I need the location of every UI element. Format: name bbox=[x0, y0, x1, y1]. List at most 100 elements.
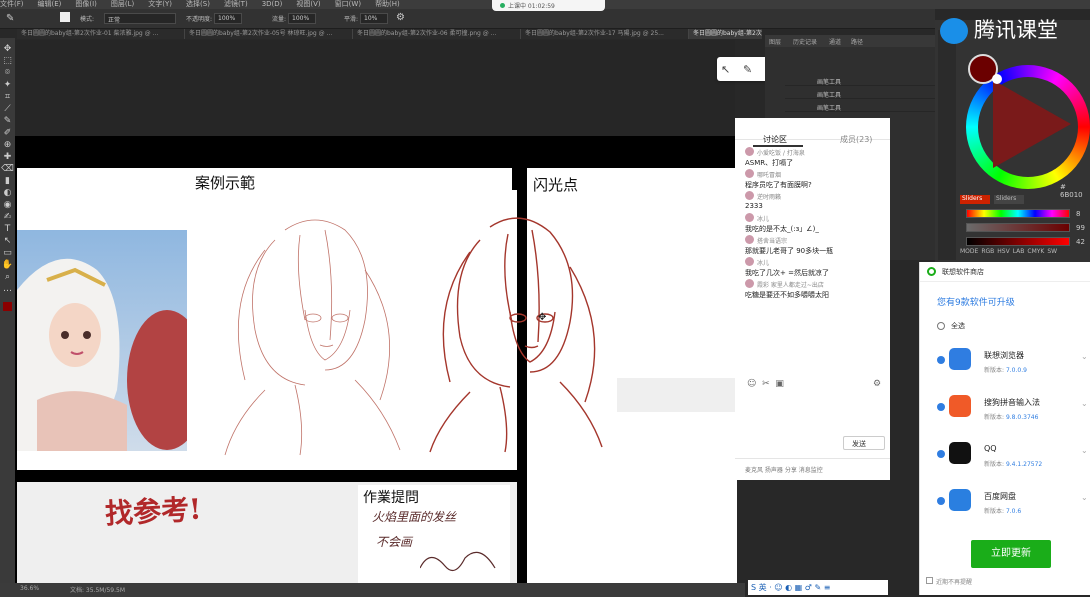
tool-icon[interactable]: ◉ bbox=[1, 200, 14, 210]
settings-icon[interactable]: ⚙ bbox=[873, 379, 881, 389]
tool-icon[interactable]: ▮ bbox=[1, 176, 14, 186]
tool-icon[interactable]: ⬚ bbox=[1, 56, 14, 66]
brush-preset-icon[interactable] bbox=[60, 12, 70, 22]
toolbox: ✥ ⬚ ⌾ ✦ ⌗ ⟋ ✎ ✐ ⊕ ✚ ⌫ ▮ ◐ ◉ ✍ T ↖ ▭ ✋ ⌕ … bbox=[0, 38, 15, 583]
pointer-icon[interactable]: ↖ bbox=[721, 63, 730, 76]
chevron-down-icon[interactable]: ⌄ bbox=[1081, 493, 1088, 502]
message-text: 我吃的是不太_(:з」∠)_ bbox=[745, 225, 819, 233]
chevron-down-icon[interactable]: ⌄ bbox=[1081, 352, 1088, 361]
color-mode[interactable]: MODE bbox=[960, 248, 978, 255]
recording-indicator[interactable]: 上课中 01:02:59 bbox=[492, 0, 605, 11]
tool-icon[interactable]: ✚ bbox=[1, 152, 14, 162]
tool-icon[interactable]: T bbox=[1, 224, 14, 234]
app-row[interactable]: 百度网盘 新版本: 7.0.6 ⌄ bbox=[920, 489, 1090, 533]
history-row[interactable]: 画笔工具 bbox=[785, 101, 935, 112]
tool-icon[interactable]: ⌗ bbox=[1, 92, 14, 102]
tool-icon[interactable]: ✎ bbox=[1, 116, 14, 126]
zoom-level[interactable]: 36.6% bbox=[20, 585, 39, 592]
update-now-button[interactable]: 立即更新 bbox=[971, 540, 1051, 568]
app-checkbox[interactable] bbox=[937, 497, 945, 505]
tool-icon[interactable]: … bbox=[1, 284, 14, 294]
tool-icon[interactable]: ⌫ bbox=[1, 164, 14, 174]
hue-slider[interactable] bbox=[966, 209, 1070, 218]
app-row[interactable]: 搜狗拼音输入法 新版本: 9.8.0.3746 ⌄ bbox=[920, 395, 1090, 439]
tab-sliders-2[interactable]: Sliders bbox=[994, 195, 1024, 204]
tool-icon[interactable]: ◐ bbox=[1, 188, 14, 198]
document-tab[interactable]: 冬日圆圆的baby组-第2次作业-01 柴浓雅.jpg @ ... bbox=[17, 29, 185, 39]
app-checkbox[interactable] bbox=[937, 450, 945, 458]
history-row[interactable]: 画笔工具 bbox=[785, 88, 935, 99]
tool-icon[interactable]: ⟋ bbox=[1, 104, 14, 114]
background-swatch[interactable] bbox=[992, 74, 1002, 84]
menu-item[interactable]: 帮助(H) bbox=[375, 0, 400, 9]
tab-layers[interactable]: 图层 bbox=[769, 37, 781, 46]
tool-icon[interactable]: ⌾ bbox=[1, 68, 14, 78]
menu-item[interactable]: 编辑(E) bbox=[38, 0, 62, 9]
color-mode[interactable]: HSV bbox=[997, 248, 1009, 255]
menu-item[interactable]: 窗口(W) bbox=[335, 0, 361, 9]
document-tab[interactable]: 冬日圆圆的baby组-第2次作业-17 马陽.jpg @ 25... bbox=[521, 29, 689, 39]
document-tab[interactable]: 冬日圆圆的baby组-第2次作业-05号 林琼旺.jpg @ ... bbox=[185, 29, 353, 39]
menu-item[interactable]: 图层(L) bbox=[111, 0, 134, 9]
smooth-input[interactable]: 10% bbox=[360, 13, 388, 24]
menu-item[interactable]: 视图(V) bbox=[296, 0, 320, 9]
color-mode[interactable]: RGB bbox=[981, 248, 994, 255]
saturation-slider[interactable] bbox=[966, 223, 1070, 232]
emoji-icon[interactable]: ☺ bbox=[747, 379, 756, 389]
color-mode[interactable]: SW bbox=[1047, 248, 1057, 255]
app-checkbox[interactable] bbox=[937, 356, 945, 364]
tab-channels[interactable]: 通道 bbox=[829, 37, 841, 46]
menu-item[interactable]: 图像(I) bbox=[75, 0, 97, 9]
gear-icon[interactable]: ⚙ bbox=[396, 12, 405, 23]
value-slider[interactable] bbox=[966, 237, 1070, 246]
foreground-color-icon[interactable] bbox=[3, 302, 12, 311]
menu-item[interactable]: 滤镜(T) bbox=[224, 0, 248, 9]
tool-icon[interactable]: ▭ bbox=[1, 248, 14, 258]
app-row[interactable]: 联想浏览器 新版本: 7.0.0.9 ⌄ bbox=[920, 348, 1090, 392]
app-row[interactable]: QQ 新版本: 9.4.1.27572 ⌄ bbox=[920, 442, 1090, 486]
app-version: 新版本: 7.0.6 bbox=[984, 508, 1022, 515]
tool-icon[interactable]: ↖ bbox=[1, 236, 14, 246]
tool-icon[interactable]: ⊕ bbox=[1, 140, 14, 150]
color-modes[interactable]: MODE RGB HSV LAB CMYK SW bbox=[960, 248, 1090, 258]
tab-history[interactable]: 历史记录 bbox=[793, 37, 817, 46]
opacity-input[interactable]: 100% bbox=[214, 13, 242, 24]
flow-input[interactable]: 100% bbox=[288, 13, 316, 24]
avatar bbox=[745, 257, 754, 266]
send-button[interactable]: 发送 bbox=[843, 436, 885, 450]
tool-icon[interactable]: ✍ bbox=[1, 212, 14, 222]
chevron-down-icon[interactable]: ⌄ bbox=[1081, 399, 1088, 408]
brush-icon[interactable]: ✎ bbox=[6, 13, 14, 24]
tool-icon[interactable]: ✋ bbox=[1, 260, 14, 270]
document-tab[interactable]: 冬日圆圆的baby组-第2次作业-06 柔可撞.png @ ... bbox=[353, 29, 521, 39]
image-icon[interactable]: ▣ bbox=[775, 379, 784, 389]
mode-select[interactable]: 正常 bbox=[104, 13, 176, 24]
tab-members[interactable]: 成员(23) bbox=[840, 134, 872, 145]
tab-sliders[interactable]: Sliders bbox=[960, 195, 990, 204]
tool-icon[interactable]: ✦ bbox=[1, 80, 14, 90]
tool-icon[interactable]: ✥ bbox=[1, 44, 14, 54]
history-row[interactable]: 画笔工具 bbox=[785, 75, 935, 86]
input-method-bar[interactable]: S 英 · ☺ ◐ ▦ ♂ ✎ ≡ bbox=[748, 580, 888, 595]
author-name: 哪吒冒烟 bbox=[757, 172, 782, 179]
color-mode[interactable]: CMYK bbox=[1027, 248, 1044, 255]
no-remind-checkbox[interactable] bbox=[926, 577, 933, 584]
document-tab[interactable]: 冬日圆圆的baby组-第2次作业-24 ... bbox=[689, 29, 762, 39]
menu-item[interactable]: 3D(D) bbox=[262, 0, 283, 9]
scissors-icon[interactable]: ✂ bbox=[762, 379, 770, 389]
select-all-radio[interactable] bbox=[937, 322, 945, 330]
color-mode[interactable]: LAB bbox=[1013, 248, 1025, 255]
color-triangle[interactable] bbox=[993, 80, 1071, 168]
menu-item[interactable]: 文件(F) bbox=[0, 0, 24, 9]
tab-discussion[interactable]: 讨论区 bbox=[763, 134, 787, 145]
tool-icon[interactable]: ✐ bbox=[1, 128, 14, 138]
document-tabs[interactable]: 冬日圆圆的baby组-第2次作业-01 柴浓雅.jpg @ ... 冬日圆圆的ba… bbox=[17, 29, 762, 39]
tool-icon[interactable]: ⌕ bbox=[1, 272, 14, 282]
tab-paths[interactable]: 路径 bbox=[851, 37, 863, 46]
stamp-text: 找参考! bbox=[104, 492, 203, 531]
menu-item[interactable]: 选择(S) bbox=[186, 0, 210, 9]
chevron-down-icon[interactable]: ⌄ bbox=[1081, 446, 1088, 455]
app-checkbox[interactable] bbox=[937, 403, 945, 411]
menu-item[interactable]: 文字(Y) bbox=[148, 0, 172, 9]
pen-icon[interactable]: ✎ bbox=[743, 63, 752, 76]
